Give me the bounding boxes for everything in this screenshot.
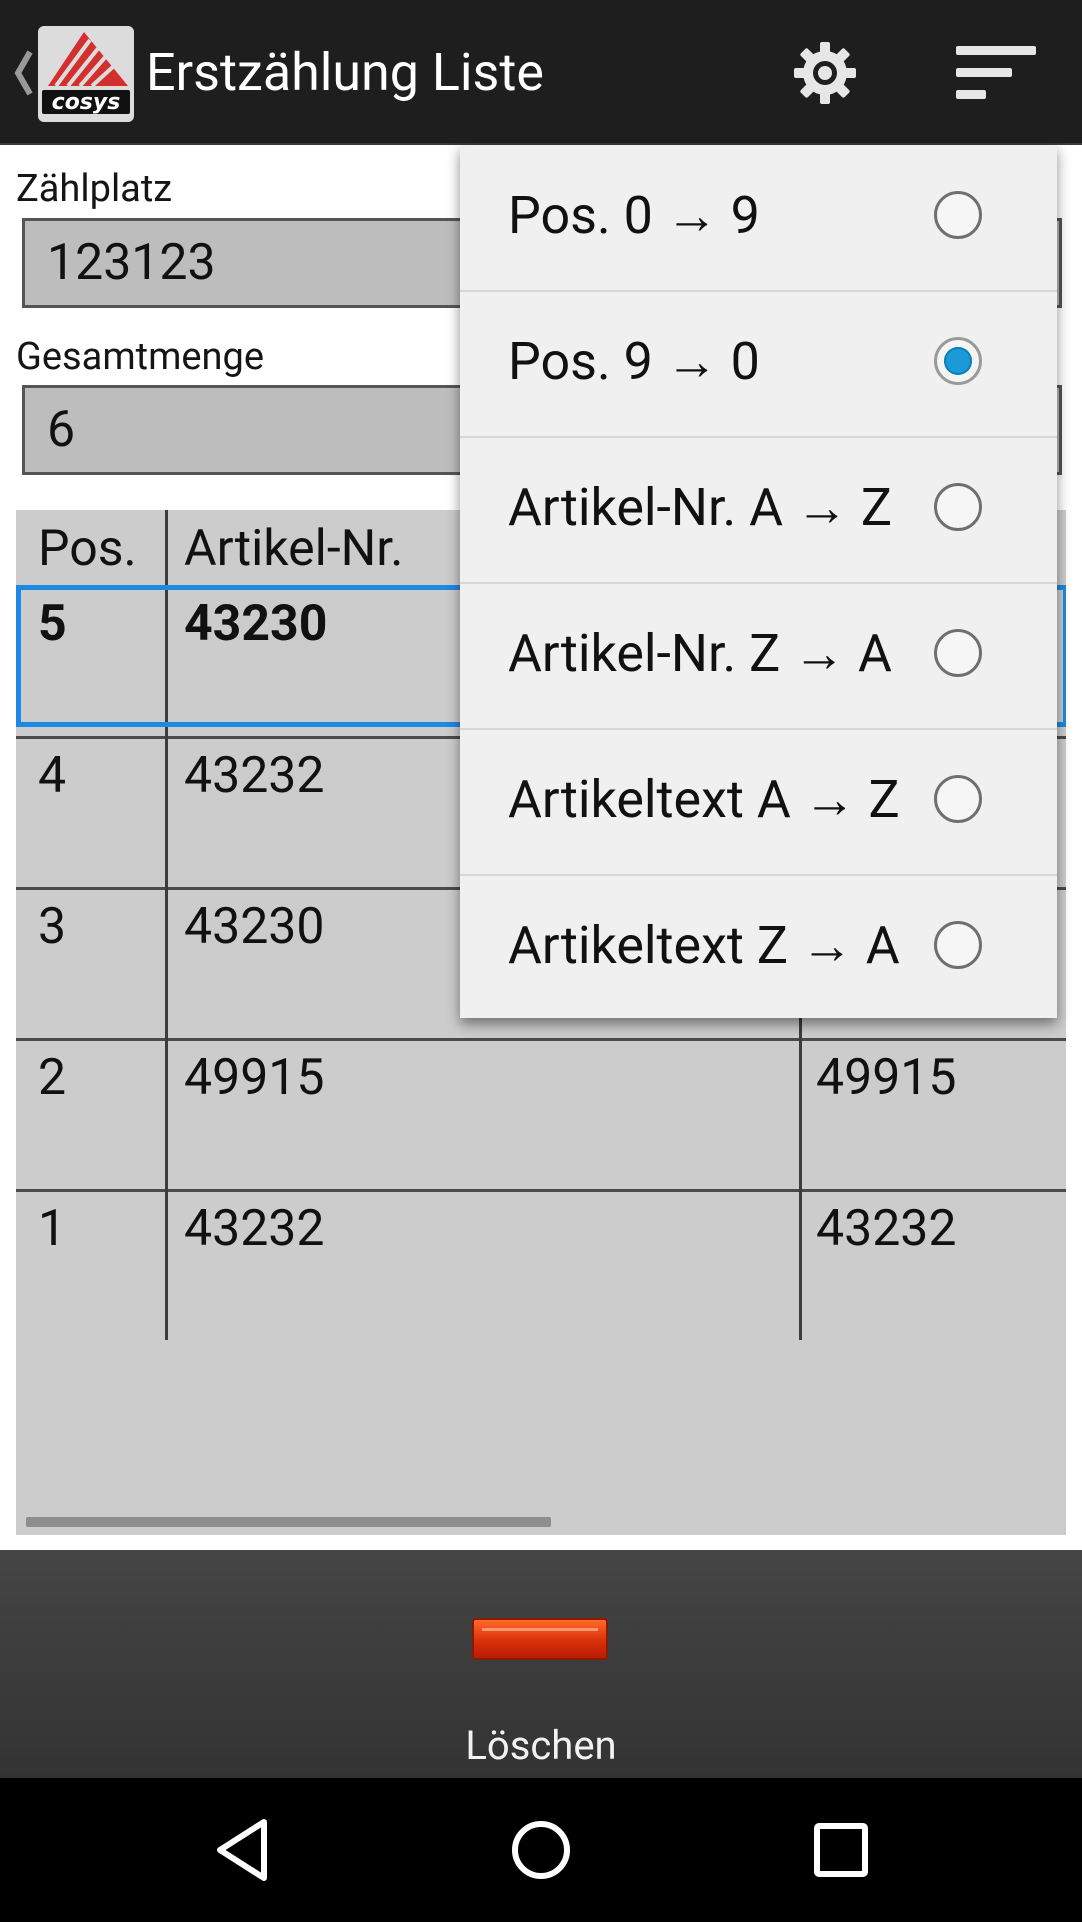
sort-option-label: Artikeltext A → Z [508, 769, 900, 830]
cell-artikel-nr: 43230 [184, 595, 328, 653]
cell-artikel-nr: 43230 [184, 898, 325, 956]
cell-pos: 3 [38, 898, 67, 956]
sort-option-label: Artikel-Nr. Z → A [508, 623, 892, 684]
home-icon[interactable] [505, 1814, 577, 1886]
system-navigation-bar [0, 1778, 1082, 1922]
sort-option-artikel-nr-desc[interactable]: Artikel-Nr. Z → A [460, 583, 1057, 728]
radio-button[interactable] [934, 921, 982, 969]
table-row[interactable]: 1 43232 43232 [16, 1190, 1066, 1341]
sort-option-label: Pos. 9 → 0 [508, 331, 760, 392]
sort-option-artikeltext-asc[interactable]: Artikeltext A → Z [460, 729, 1057, 874]
sort-option-pos-asc[interactable]: Pos. 0 → 9 [460, 145, 1057, 290]
sort-option-pos-desc[interactable]: Pos. 9 → 0 [460, 291, 1057, 436]
cell-pos: 5 [38, 595, 67, 653]
cell-artikel-nr: 49915 [184, 1049, 325, 1107]
cell-pos: 1 [38, 1200, 67, 1258]
radio-button[interactable] [934, 775, 982, 823]
cell-col3: 43232 [816, 1200, 957, 1258]
cell-artikel-nr: 43232 [184, 747, 325, 805]
delete-label[interactable]: Löschen [0, 1722, 1082, 1769]
cell-pos: 4 [38, 747, 67, 805]
sort-option-label: Artikeltext Z → A [508, 915, 900, 976]
column-header-pos[interactable]: Pos. [38, 510, 137, 578]
bottom-action-bar: Löschen [0, 1550, 1082, 1778]
recent-apps-icon[interactable] [805, 1814, 877, 1886]
radio-button-selected[interactable] [934, 337, 982, 385]
app-logo[interactable]: cosys [38, 26, 134, 122]
radio-button[interactable] [934, 629, 982, 677]
column-header-artikel-nr[interactable]: Artikel-Nr. [184, 510, 403, 578]
radio-button[interactable] [934, 483, 982, 531]
chevron-left-icon[interactable] [12, 48, 34, 98]
gear-icon[interactable] [790, 38, 860, 108]
sort-icon[interactable] [956, 46, 1036, 102]
radio-button[interactable] [934, 191, 982, 239]
back-icon[interactable] [206, 1814, 278, 1886]
page-title: Erstzählung Liste [146, 42, 544, 103]
svg-text:cosys: cosys [52, 90, 121, 115]
cell-pos: 2 [38, 1049, 67, 1107]
horizontal-scrollbar[interactable] [26, 1517, 551, 1527]
sort-option-label: Pos. 0 → 9 [508, 185, 760, 246]
table-row[interactable]: 2 49915 49915 [16, 1039, 1066, 1190]
delete-button[interactable] [472, 1618, 608, 1660]
app-bar: cosys Erstzählung Liste [0, 0, 1082, 145]
counting-place-label: Zählplatz [16, 167, 173, 211]
total-quantity-label: Gesamtmenge [16, 335, 265, 379]
sort-option-artikel-nr-asc[interactable]: Artikel-Nr. A → Z [460, 437, 1057, 582]
cell-artikel-nr: 43232 [184, 1200, 325, 1258]
sort-option-artikeltext-desc[interactable]: Artikeltext Z → A [460, 875, 1057, 1020]
column-divider [165, 510, 168, 1340]
sort-menu: Pos. 0 → 9 Pos. 9 → 0 Artikel-Nr. A → Z … [460, 145, 1057, 1018]
cell-col3: 49915 [816, 1049, 957, 1107]
sort-option-label: Artikel-Nr. A → Z [508, 477, 892, 538]
